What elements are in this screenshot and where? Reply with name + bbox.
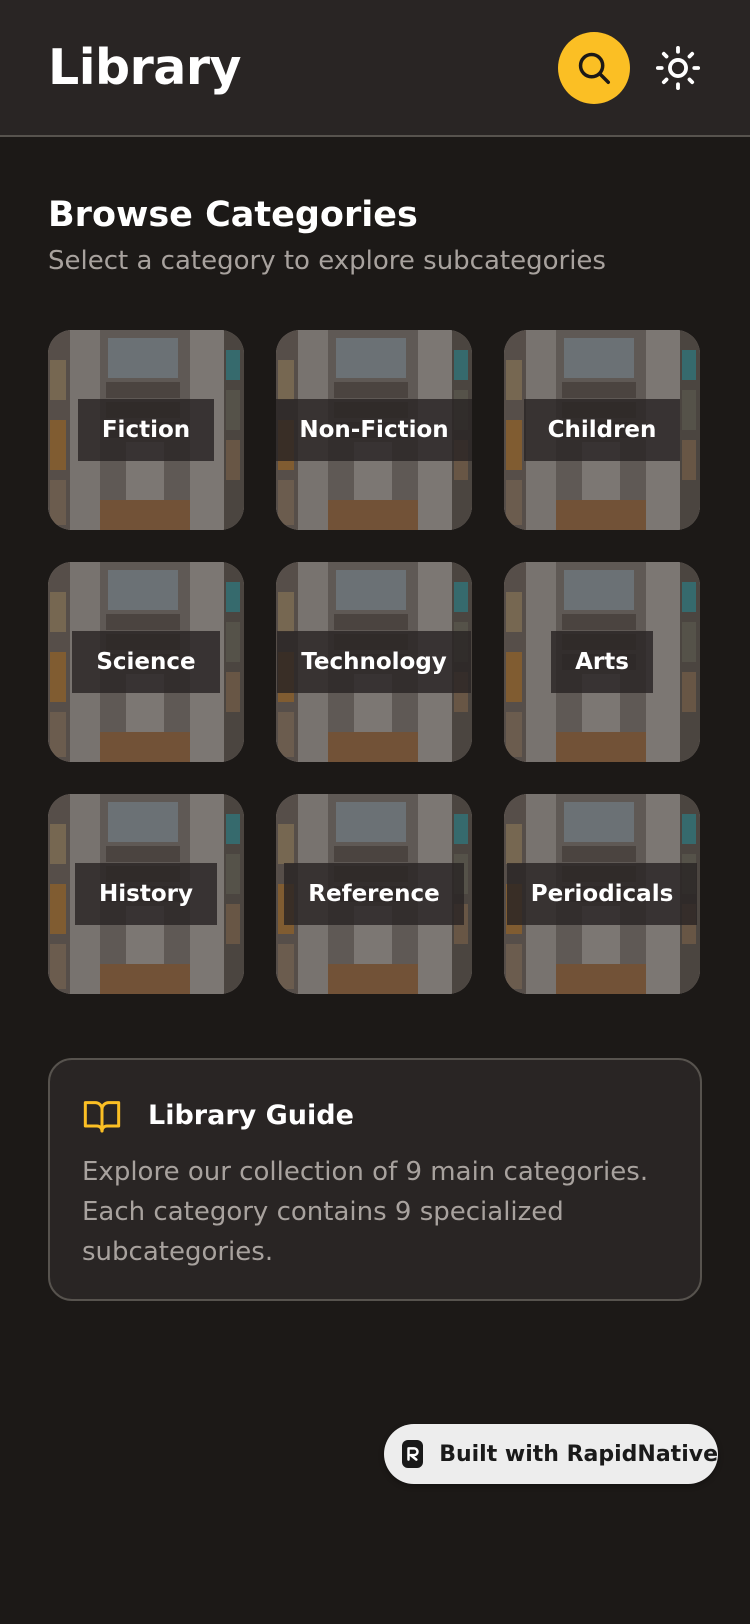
section-subtitle: Select a category to explore subcategori…: [48, 246, 606, 276]
badge-label: Built with RapidNative: [439, 1441, 718, 1467]
sun-icon: [655, 45, 701, 91]
category-card-reference[interactable]: Reference: [276, 794, 472, 994]
category-card-periodicals[interactable]: Periodicals: [504, 794, 700, 994]
guide-title: Library Guide: [148, 1100, 354, 1131]
app-root: Library Browse Categories Select a categ: [0, 0, 750, 1624]
category-label: Non-Fiction: [276, 399, 472, 461]
category-card-science[interactable]: Science: [48, 562, 244, 762]
header-bar: Library: [0, 0, 750, 137]
category-card-technology[interactable]: Technology: [276, 562, 472, 762]
category-card-non-fiction[interactable]: Non-Fiction: [276, 330, 472, 530]
category-label: Science: [72, 631, 220, 693]
category-label: Periodicals: [506, 863, 698, 925]
category-label: Children: [523, 399, 681, 461]
rapidnative-logo-icon: [402, 1440, 424, 1468]
page-title: Library: [48, 39, 241, 96]
category-card-history[interactable]: History: [48, 794, 244, 994]
book-open-icon: [83, 1101, 121, 1133]
section-title: Browse Categories: [48, 195, 418, 235]
search-icon: [578, 52, 610, 84]
category-label: Technology: [277, 631, 471, 693]
library-guide-card: Library Guide Explore our collection of …: [48, 1058, 702, 1301]
category-card-fiction[interactable]: Fiction: [48, 330, 244, 530]
category-label: History: [75, 863, 217, 925]
search-button[interactable]: [558, 32, 630, 104]
category-grid: Fiction Non-Fiction Children Science Tec…: [48, 330, 700, 994]
category-label: Reference: [284, 863, 464, 925]
category-card-children[interactable]: Children: [504, 330, 700, 530]
category-label: Fiction: [77, 399, 215, 461]
theme-toggle-button[interactable]: [652, 42, 704, 94]
built-with-badge[interactable]: Built with RapidNative: [384, 1424, 718, 1484]
category-label: Arts: [551, 631, 653, 693]
guide-text: Explore our collection of 9 main categor…: [82, 1157, 649, 1267]
category-card-arts[interactable]: Arts: [504, 562, 700, 762]
